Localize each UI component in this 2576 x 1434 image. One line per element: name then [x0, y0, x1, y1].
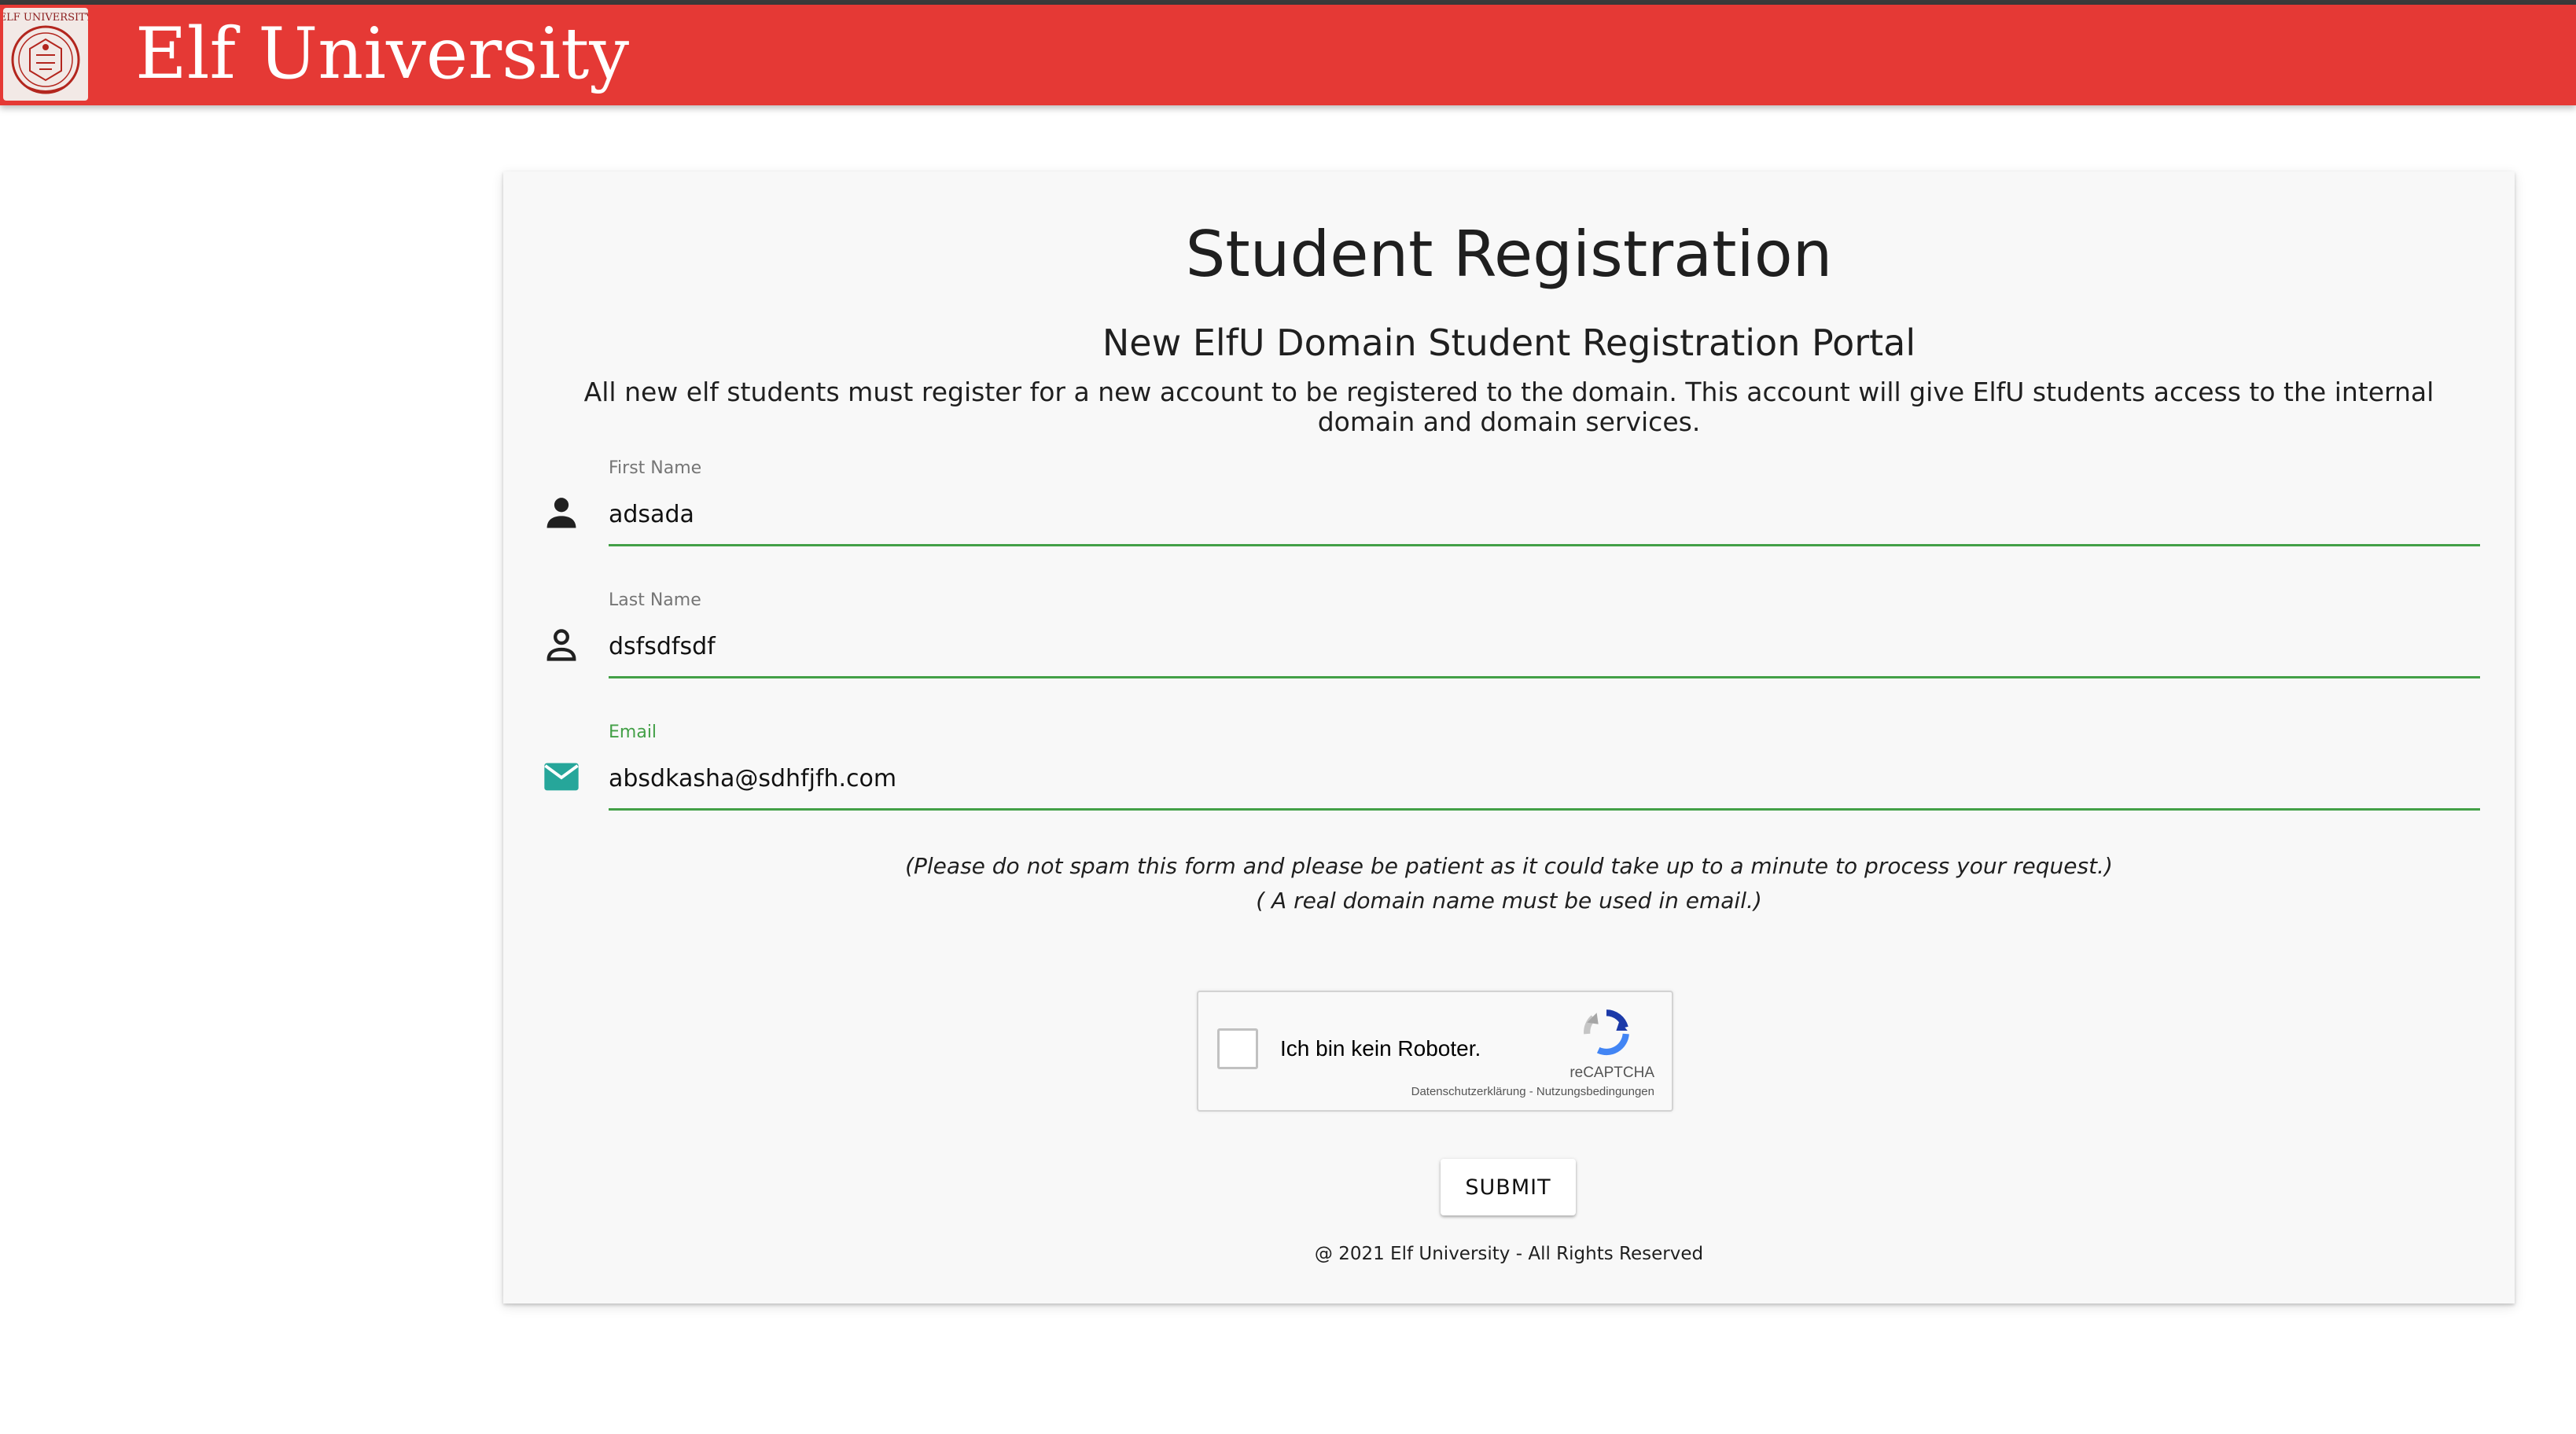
person-filled-icon [541, 492, 582, 533]
svg-text:ELF UNIVERSITY: ELF UNIVERSITY [3, 12, 88, 24]
university-crest-icon: ELF UNIVERSITY [3, 12, 88, 94]
recaptcha-legal-links[interactable]: Datenschutzerklärung - Nutzungsbedingung… [1411, 1085, 1654, 1098]
site-title[interactable]: Elf University [135, 11, 629, 97]
last-name-label: Last Name [609, 590, 701, 610]
recaptcha-checkbox[interactable] [1217, 1028, 1258, 1069]
recaptcha-logo-icon [1581, 1006, 1632, 1058]
page-description: All new elf students must register for a… [583, 377, 2434, 437]
email-label: Email [609, 723, 657, 742]
email-input[interactable] [609, 756, 2480, 811]
recaptcha-widget: Ich bin kein Roboter. reCAPTCHA Datensch… [1197, 991, 1673, 1112]
submit-button[interactable]: SUBMIT [1441, 1159, 1576, 1215]
last-name-input[interactable] [609, 624, 2480, 678]
university-logo[interactable]: ELF UNIVERSITY [3, 8, 88, 101]
site-header: ELF UNIVERSITY Elf University [0, 5, 2576, 105]
mail-icon [541, 756, 582, 797]
first-name-input[interactable] [609, 492, 2480, 546]
person-outline-icon [541, 624, 582, 665]
first-name-label: First Name [609, 458, 702, 478]
copyright-footer: @ 2021 Elf University - All Rights Reser… [1314, 1244, 1704, 1264]
spam-note: (Please do not spam this form and please… [905, 853, 2113, 879]
registration-card: Student Registration New ElfU Domain Stu… [503, 171, 2515, 1303]
domain-note: ( A real domain name must be used in ema… [1256, 888, 1762, 914]
page-title: Student Registration [1185, 218, 1833, 291]
recaptcha-brand: reCAPTCHA [1570, 1064, 1654, 1081]
recaptcha-label: Ich bin kein Roboter. [1280, 1036, 1481, 1061]
page-subtitle: New ElfU Domain Student Registration Por… [1102, 322, 1916, 364]
